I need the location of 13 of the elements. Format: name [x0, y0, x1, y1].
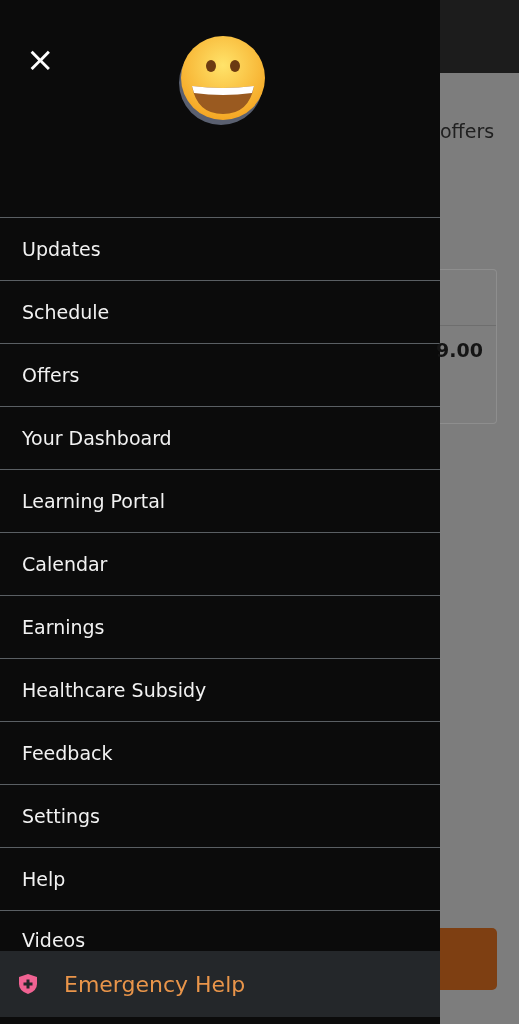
menu-item[interactable]: Feedback: [0, 721, 440, 784]
section-heading: offers: [440, 119, 496, 144]
menu-item[interactable]: Calendar: [0, 532, 440, 595]
menu-item[interactable]: Help: [0, 847, 440, 910]
shield-plus-icon: [18, 973, 38, 995]
emergency-help-button[interactable]: Emergency Help: [0, 951, 440, 1017]
menu-item[interactable]: Updates: [0, 217, 440, 280]
menu-item[interactable]: Your Dashboard: [0, 406, 440, 469]
menu-item[interactable]: Settings: [0, 784, 440, 847]
close-button[interactable]: ×: [24, 42, 57, 76]
menu-item[interactable]: Earnings: [0, 595, 440, 658]
menu-item[interactable]: Learning Portal: [0, 469, 440, 532]
menu-item[interactable]: Healthcare Subsidy: [0, 658, 440, 721]
